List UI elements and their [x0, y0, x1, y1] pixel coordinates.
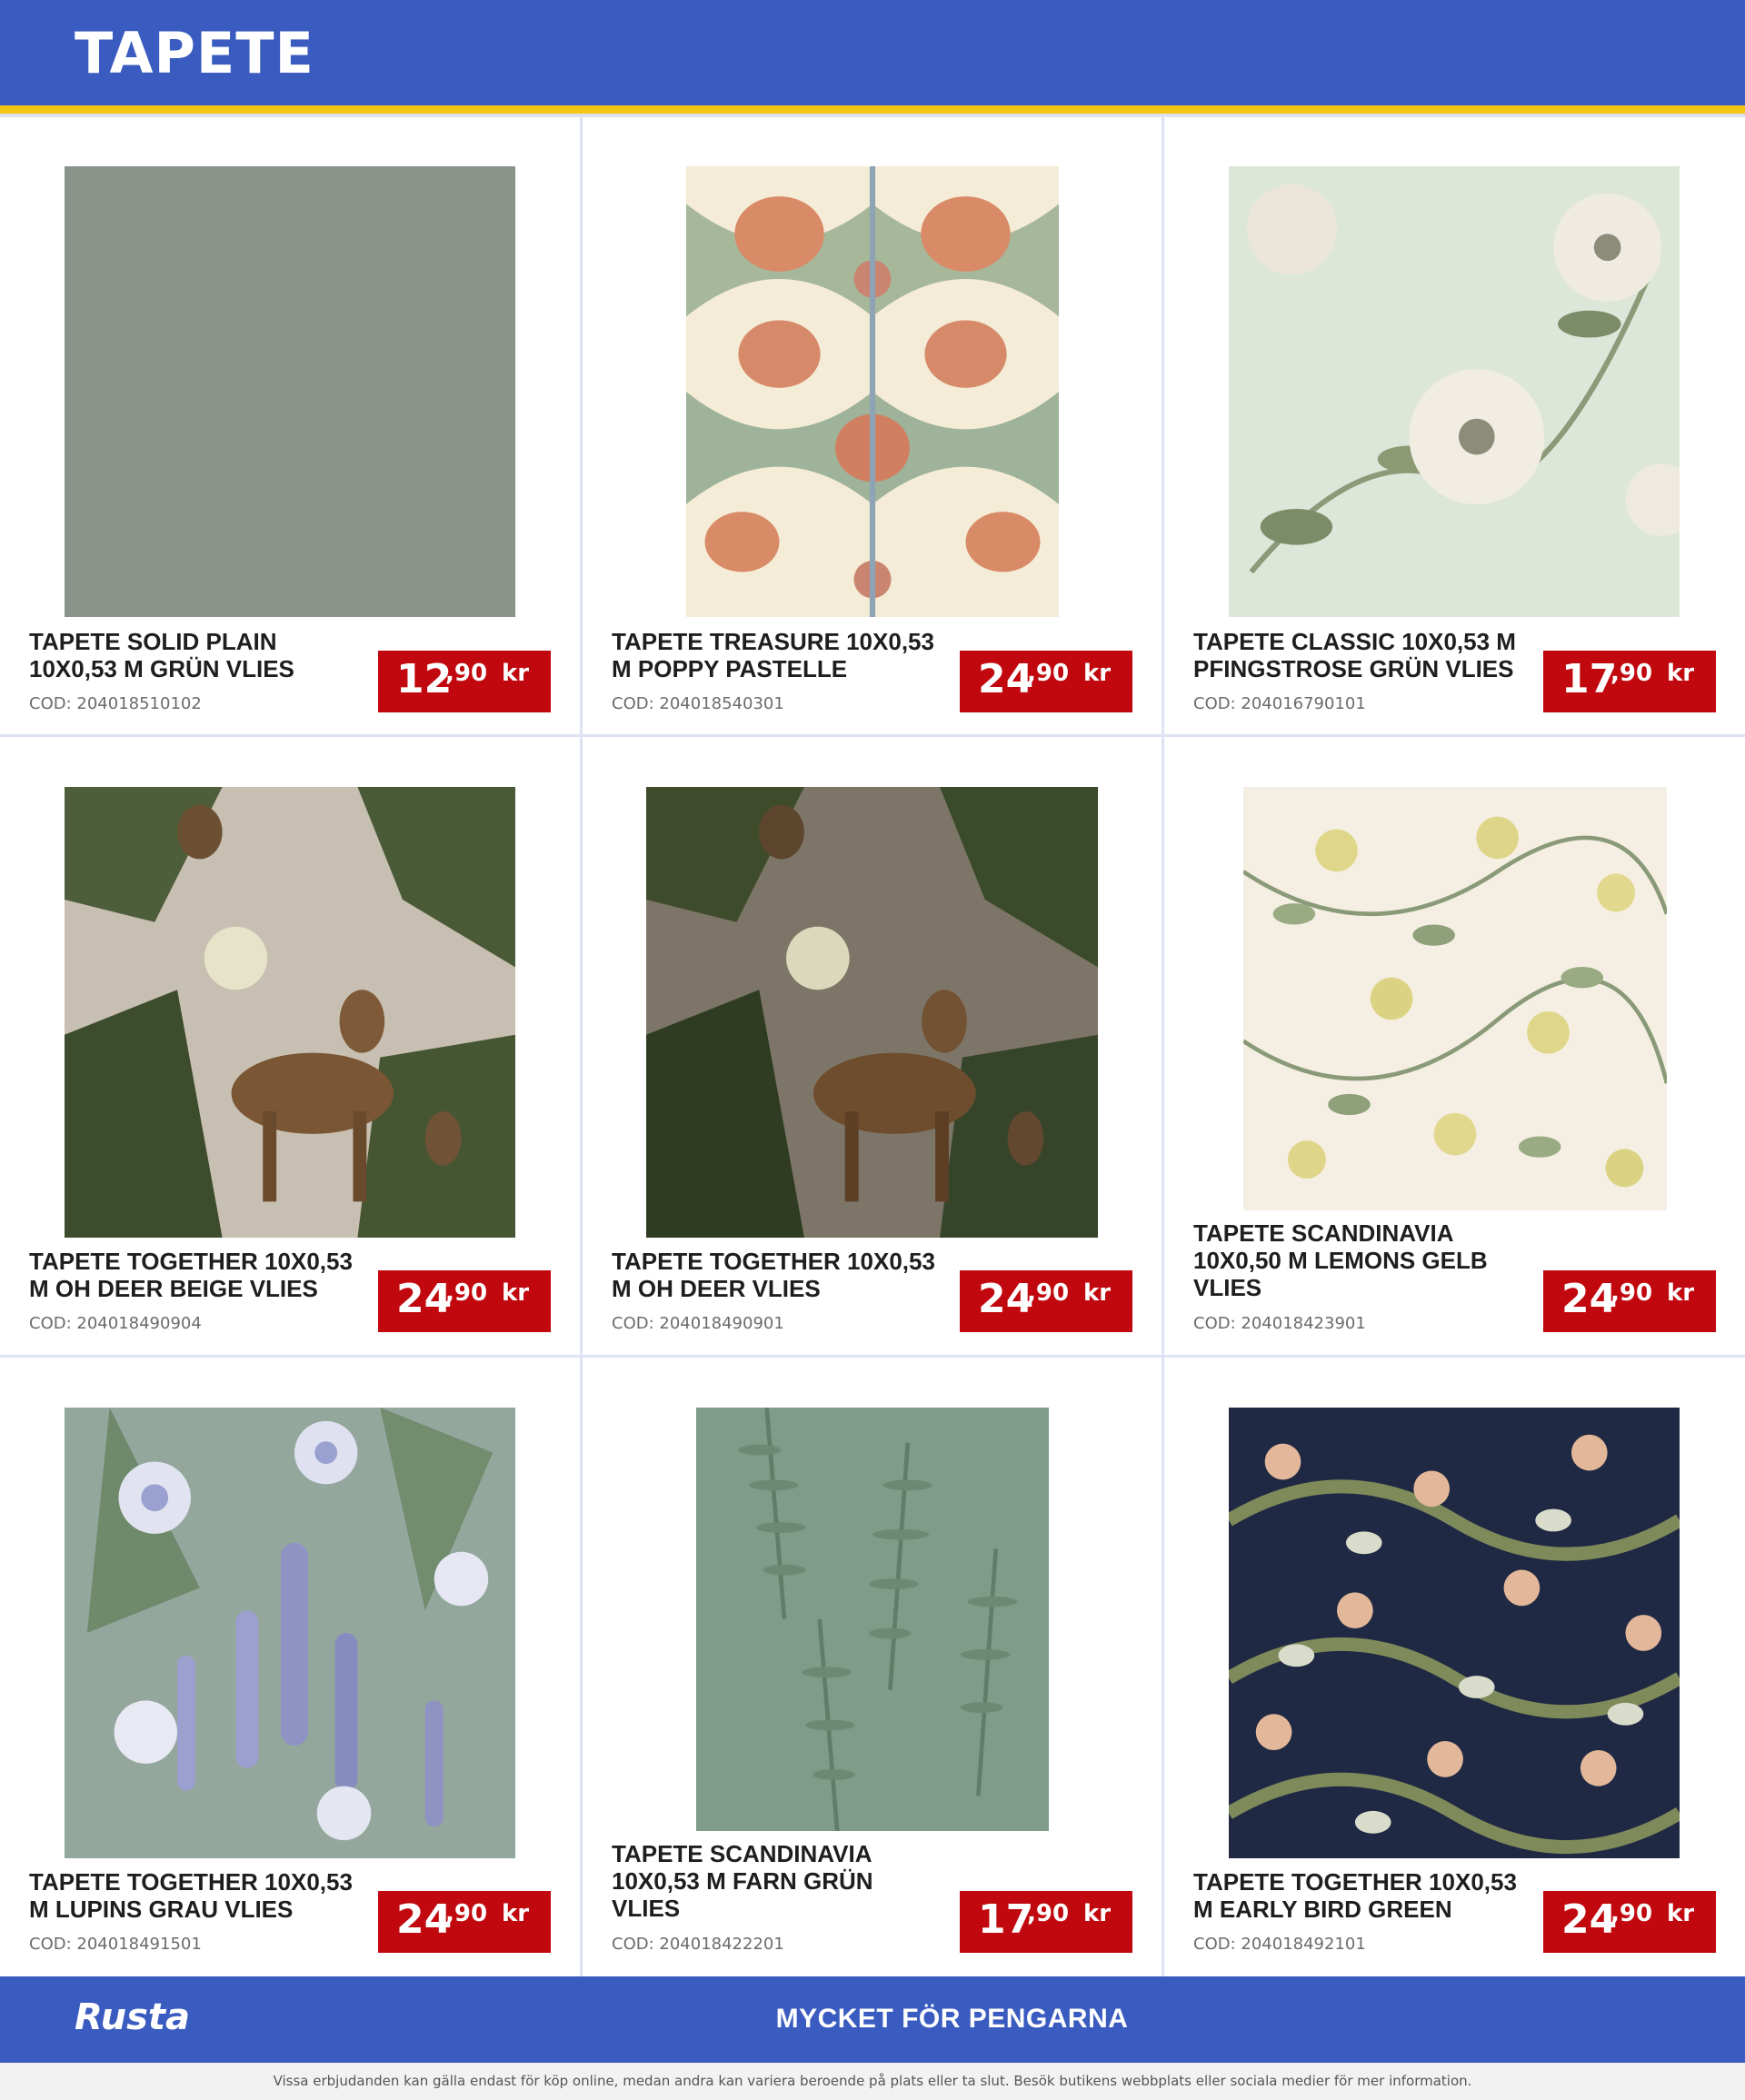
- product-name: TAPETE TOGETHER 10X0,53 M OH DEER BEIGE V…: [29, 1248, 353, 1302]
- deer-beige-wallpaper-image: [65, 787, 515, 1238]
- page-header: TAPETE: [0, 0, 1745, 107]
- product-card[interactable]: TAPETE SCANDINAVIA 10X0,50 M LEMONS GELB V…: [1164, 737, 1745, 1355]
- price-badge: 24,90 kr: [378, 1891, 551, 1953]
- product-name: TAPETE TOGETHER 10X0,53 M LUPINS GRAU VLI…: [29, 1868, 353, 1923]
- price-badge: 17,90 kr: [960, 1891, 1132, 1953]
- fern-wallpaper-image: [696, 1408, 1049, 1831]
- product-code: COD: 204018510102: [29, 694, 202, 713]
- product-card[interactable]: TAPETE TREASURE 10X0,53 M POPPY PASTELLE …: [583, 117, 1162, 734]
- product-name: TAPETE SOLID PLAIN 10X0,53 M GRÜN VLIES: [29, 628, 294, 682]
- product-card[interactable]: TAPETE TOGETHER 10X0,53 M OH DEER BEIGE V…: [0, 737, 580, 1355]
- product-name: TAPETE TREASURE 10X0,53 M POPPY PASTELLE: [612, 628, 934, 682]
- early-bird-wallpaper-image: [1229, 1408, 1680, 1858]
- product-code: COD: 204018540301: [612, 694, 784, 713]
- product-card[interactable]: TAPETE SCANDINAVIA 10X0,53 M FARN GRÜN VLI…: [583, 1358, 1162, 1976]
- price-badge: 24,90 kr: [960, 651, 1132, 712]
- product-card[interactable]: TAPETE TOGETHER 10X0,53 M EARLY BIRD GREE…: [1164, 1358, 1745, 1976]
- product-card[interactable]: TAPETE TOGETHER 10X0,53 M LUPINS GRAU VLI…: [0, 1358, 580, 1976]
- solid-green-wallpaper-image: [65, 166, 515, 617]
- header-stripe: [0, 105, 1745, 114]
- product-code: COD: 204016790101: [1193, 694, 1366, 713]
- deer-dark-wallpaper-image: [646, 787, 1098, 1238]
- lupins-wallpaper-image: [65, 1408, 515, 1858]
- product-code: COD: 204018491501: [29, 1935, 202, 1954]
- disclaimer-text: Vissa erbjudanden kan gälla endast för k…: [273, 2073, 1472, 2089]
- product-name: TAPETE TOGETHER 10X0,53 M OH DEER VLIES: [612, 1248, 935, 1302]
- price-badge: 12,90 kr: [378, 651, 551, 712]
- peony-wallpaper-image: [1229, 166, 1680, 617]
- price-badge: 24,90 kr: [378, 1270, 551, 1332]
- product-name: TAPETE SCANDINAVIA 10X0,53 M FARN GRÜN VLI…: [612, 1840, 873, 1922]
- price-badge: 24,90 kr: [1543, 1891, 1716, 1953]
- product-name: TAPETE SCANDINAVIA 10X0,50 M LEMONS GELB V…: [1193, 1219, 1488, 1301]
- page-title: TAPETE: [75, 20, 314, 86]
- page-footer: Rusta MYCKET FÖR PENGARNA: [0, 1976, 1745, 2063]
- product-code: COD: 204018492101: [1193, 1935, 1366, 1954]
- product-name: TAPETE TOGETHER 10X0,53 M EARLY BIRD GREE…: [1193, 1868, 1517, 1923]
- product-code: COD: 204018490904: [29, 1314, 202, 1333]
- price-badge: 24,90 kr: [960, 1270, 1132, 1332]
- product-grid: TAPETE SOLID PLAIN 10X0,53 M GRÜN VLIES C…: [0, 114, 1745, 1976]
- product-card[interactable]: TAPETE TOGETHER 10X0,53 M OH DEER VLIES C…: [583, 737, 1162, 1355]
- lemons-wallpaper-image: [1243, 787, 1667, 1210]
- product-card[interactable]: TAPETE SOLID PLAIN 10X0,53 M GRÜN VLIES C…: [0, 117, 580, 734]
- product-code: COD: 204018490901: [612, 1314, 784, 1333]
- product-name: TAPETE CLASSIC 10X0,53 M PFINGSTROSE GRÜN…: [1193, 628, 1516, 682]
- price-badge: 17,90 kr: [1543, 651, 1716, 712]
- product-code: COD: 204018422201: [612, 1935, 784, 1954]
- price-badge: 24,90 kr: [1543, 1270, 1716, 1332]
- product-code: COD: 204018423901: [1193, 1314, 1366, 1333]
- disclaimer-bar: Vissa erbjudanden kan gälla endast för k…: [0, 2063, 1745, 2100]
- slogan: MYCKET FÖR PENGARNA: [775, 2004, 1129, 2034]
- product-card[interactable]: TAPETE CLASSIC 10X0,53 M PFINGSTROSE GRÜN…: [1164, 117, 1745, 734]
- poppy-pastel-wallpaper-image: [686, 166, 1059, 617]
